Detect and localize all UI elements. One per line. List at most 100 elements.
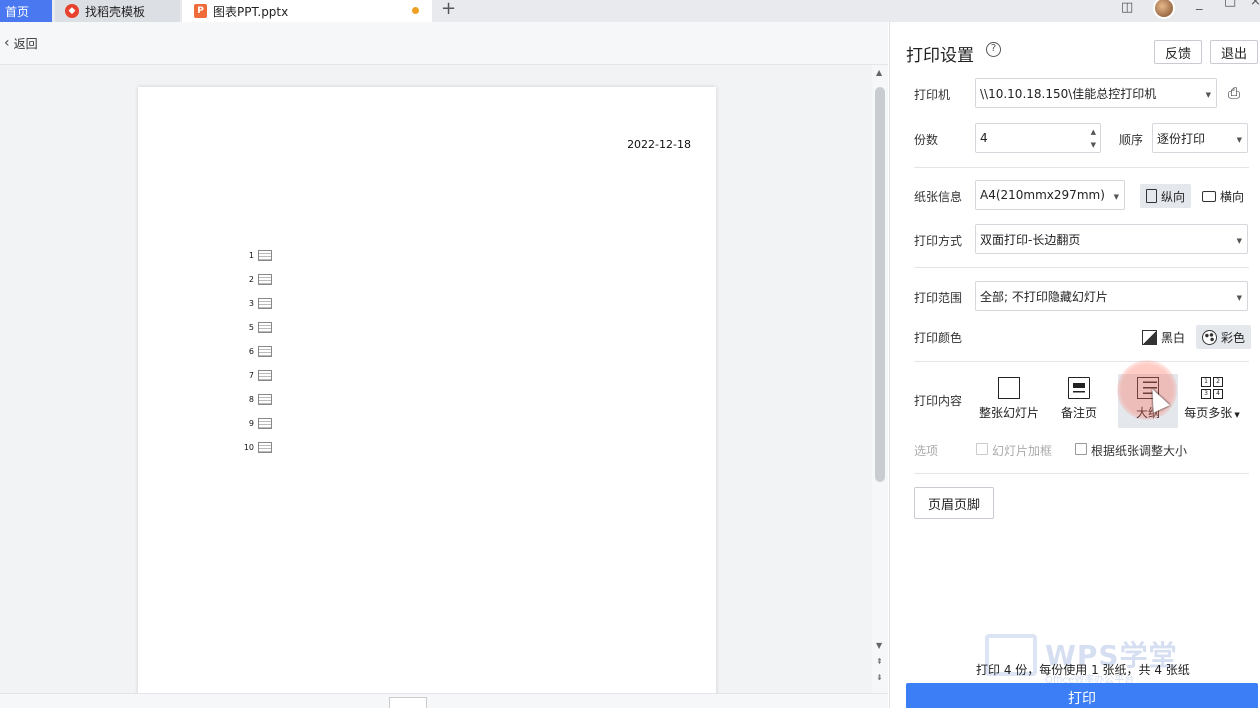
multi-slide-icon: 1234	[1201, 377, 1223, 399]
tab-home[interactable]: 首页	[0, 0, 52, 22]
outline-row: 8	[238, 394, 272, 405]
outline-row: 2	[238, 274, 272, 285]
back-button[interactable]: ‹ 返回	[4, 35, 38, 52]
copies-stepper[interactable]: 4 ▲ ▼	[975, 123, 1101, 153]
black-white-label: 黑白	[1161, 330, 1186, 345]
add-tab-button[interactable]: +	[441, 0, 456, 19]
color-label: 打印颜色	[914, 331, 963, 345]
outline-row: 7	[238, 370, 272, 381]
print-button[interactable]: 打印	[906, 683, 1258, 708]
slide-thumb-icon	[258, 322, 272, 333]
outline-number: 6	[248, 347, 254, 356]
outline-row: 9	[238, 418, 272, 429]
avatar[interactable]	[1153, 0, 1175, 19]
print-summary: 打印 4 份，每份使用 1 张纸，共 4 张纸	[976, 663, 1190, 677]
feedback-button[interactable]: 反馈	[1154, 40, 1202, 64]
slide-thumb-icon	[258, 370, 272, 381]
outline-number: 2	[248, 275, 254, 284]
portrait-page-icon	[1146, 189, 1157, 203]
full-slide-icon	[998, 377, 1020, 399]
content-full-slide-button[interactable]: 整张幻灯片	[979, 374, 1039, 428]
slide-thumb-icon	[258, 442, 272, 453]
chevron-down-icon: ▼	[1232, 411, 1240, 419]
printer-select[interactable]: \\10.10.18.150\佳能总控打印机 ▼	[975, 78, 1217, 108]
slide-frame-label: 幻灯片加框	[992, 444, 1053, 458]
outline-row: 5	[238, 322, 272, 333]
scroll-down-icon[interactable]: ▼	[876, 641, 882, 650]
content-notes-button[interactable]: 备注页	[1049, 374, 1109, 428]
print-range-select[interactable]: 全部; 不打印隐藏幻灯片 ▼	[975, 281, 1248, 311]
maximize-icon[interactable]: □	[1224, 0, 1236, 9]
slide-thumb-icon	[258, 418, 272, 429]
decrement-icon[interactable]: ▼	[1091, 141, 1096, 149]
copies-value: 4	[980, 131, 988, 145]
content-label: 打印内容	[914, 394, 963, 408]
outline-number: 9	[248, 419, 254, 428]
fit-to-paper-checkbox[interactable]	[1075, 443, 1087, 455]
divider	[914, 167, 1249, 168]
preview-page: 2022-12-18 1 2 3 5 6 7 8 9 10	[138, 87, 716, 707]
next-page-icon[interactable]: ⇟	[876, 673, 883, 682]
portrait-label: 纵向	[1161, 189, 1186, 204]
chevron-down-icon: ▼	[1236, 237, 1242, 245]
color-option-label: 彩色	[1221, 330, 1246, 345]
layout-toggle-icon[interactable]: ◫	[1121, 0, 1133, 15]
content-option-label: 整张幻灯片	[979, 406, 1040, 420]
tab-file[interactable]: P 图表PPT.pptx	[182, 0, 432, 22]
order-select[interactable]: 逐份打印 ▼	[1152, 123, 1248, 153]
paper-select[interactable]: A4(210mmx297mm) ▼	[975, 180, 1125, 210]
content-option-label: 每页多张	[1184, 406, 1233, 420]
outline-number: 10	[243, 443, 254, 452]
range-value: 全部; 不打印隐藏幻灯片	[980, 289, 1108, 304]
tab-docer-templates[interactable]: ◆ 找稻壳模板	[55, 0, 180, 22]
black-white-icon	[1142, 329, 1157, 345]
fit-to-paper-label: 根据纸张调整大小	[1091, 444, 1188, 458]
outline-row: 1	[238, 250, 272, 261]
printer-properties-icon[interactable]: ⎙	[1228, 84, 1240, 102]
print-mode-select[interactable]: 双面打印-长边翻页 ▼	[975, 224, 1248, 254]
order-value: 逐份打印	[1157, 131, 1206, 146]
page-number-input[interactable]	[389, 697, 427, 708]
outline-row: 3	[238, 298, 272, 309]
portrait-button[interactable]: 纵向	[1140, 184, 1192, 208]
close-icon[interactable]: ×	[1250, 0, 1260, 9]
divider	[914, 267, 1249, 268]
preview-scrollbar[interactable]: ▲ ▼ ⇞ ⇟	[872, 65, 888, 693]
scroll-up-icon[interactable]: ▲	[876, 68, 882, 77]
minimize-icon[interactable]: _	[1196, 0, 1203, 11]
print-settings-panel: 打印设置 ? 反馈 退出 打印机 \\10.10.18.150\佳能总控打印机 …	[889, 22, 1260, 708]
tab-bar: 首页 ◆ 找稻壳模板 P 图表PPT.pptx + ◫ _ □ ×	[0, 0, 1260, 22]
tab-docer-label: 找稻壳模板	[85, 4, 146, 19]
landscape-page-icon	[1202, 190, 1216, 202]
outline-number: 8	[248, 395, 254, 404]
content-option-label: 备注页	[1060, 406, 1097, 420]
slide-thumb-icon	[258, 250, 272, 261]
printer-label: 打印机	[914, 88, 951, 102]
increment-icon[interactable]: ▲	[1091, 128, 1096, 136]
header-footer-button[interactable]: 页眉页脚	[914, 487, 994, 519]
color-button[interactable]: 彩色	[1196, 325, 1252, 349]
landscape-button[interactable]: 横向	[1196, 184, 1250, 208]
divider	[914, 361, 1249, 362]
notes-page-icon	[1068, 377, 1090, 399]
exit-button[interactable]: 退出	[1210, 40, 1258, 64]
outline-number: 7	[248, 371, 254, 380]
help-icon[interactable]: ?	[986, 42, 1001, 57]
chevron-down-icon: ▼	[1113, 193, 1119, 201]
mode-label: 打印方式	[914, 234, 963, 248]
outline-number: 1	[248, 251, 254, 260]
outline-row: 6	[238, 346, 272, 357]
outline-number: 3	[248, 299, 254, 308]
order-label: 顺序	[1119, 133, 1144, 147]
tab-file-label: 图表PPT.pptx	[213, 4, 289, 19]
scrollbar-thumb[interactable]	[875, 87, 885, 482]
black-white-button[interactable]: 黑白	[1136, 325, 1191, 349]
page-date: 2022-12-18	[627, 138, 691, 151]
slide-frame-checkbox[interactable]	[976, 443, 988, 455]
prev-page-icon[interactable]: ⇞	[876, 657, 883, 666]
click-highlight	[1117, 360, 1177, 420]
chevron-down-icon: ▼	[1236, 136, 1242, 144]
content-multi-per-page-button[interactable]: 1234 每页多张 ▼	[1182, 374, 1242, 428]
unsaved-dot-icon	[412, 7, 419, 14]
slide-thumb-icon	[258, 394, 272, 405]
